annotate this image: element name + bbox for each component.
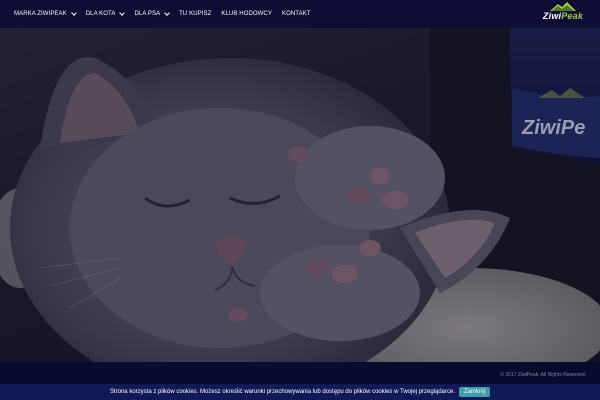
nav-item-label: TU KUPISZ	[179, 11, 212, 17]
logo-word-ziwi: Ziwi	[542, 11, 562, 21]
chevron-down-icon	[70, 10, 77, 16]
nav-item-dla-kota[interactable]: DLA KOTA	[85, 10, 126, 17]
nav-item-tu-kupisz[interactable]: TU KUPISZ	[179, 11, 211, 17]
sleeping-kitten-photo: ZiwiPe	[0, 28, 600, 362]
nav-item-klub-hodowcy[interactable]: KLUB HODOWCY	[221, 11, 272, 17]
nav-item-label: KONTAKT	[281, 11, 311, 17]
nav-item-dla-psa[interactable]: DLA PSA	[134, 10, 171, 17]
top-navigation: MARKA ZIWIPEAK DLA KOTA DLA PSA TU KUPIS…	[0, 0, 600, 28]
ziwipeak-logo[interactable]: ZiwiPeak	[538, 2, 588, 26]
nav-item-label: DLA PSA	[134, 11, 161, 17]
hero-banner-image: ZiwiPe	[0, 28, 600, 362]
logo-word-peak: Peak	[561, 11, 584, 21]
nav-item-kontakt[interactable]: KONTAKT	[282, 11, 311, 17]
copyright-text: © 2017 ZiwiPeak. All Rights Reserved.	[500, 372, 586, 378]
chevron-down-icon	[164, 10, 171, 16]
cookie-message: Strona korzysta z plików cookies. Możesz…	[109, 389, 456, 395]
logo-wordmark: ZiwiPeak	[538, 11, 588, 21]
footer-bar: © 2017 ZiwiPeak. All Rights Reserved.	[0, 362, 600, 384]
nav-item-marka-ziwipeak[interactable]: MARKA ZIWIPEAK	[14, 10, 77, 17]
main-menu: MARKA ZIWIPEAK DLA KOTA DLA PSA TU KUPIS…	[14, 0, 321, 28]
nav-item-label: MARKA ZIWIPEAK	[14, 11, 67, 17]
chevron-down-icon	[119, 10, 126, 16]
mountain-icon	[550, 2, 576, 11]
nav-item-label: DLA KOTA	[85, 11, 116, 17]
nav-item-label: KLUB HODOWCY	[221, 11, 272, 17]
cookie-notice-bar: Strona korzysta z plików cookies. Możesz…	[0, 384, 600, 400]
close-cookie-button[interactable]: Zamknij	[459, 387, 491, 397]
